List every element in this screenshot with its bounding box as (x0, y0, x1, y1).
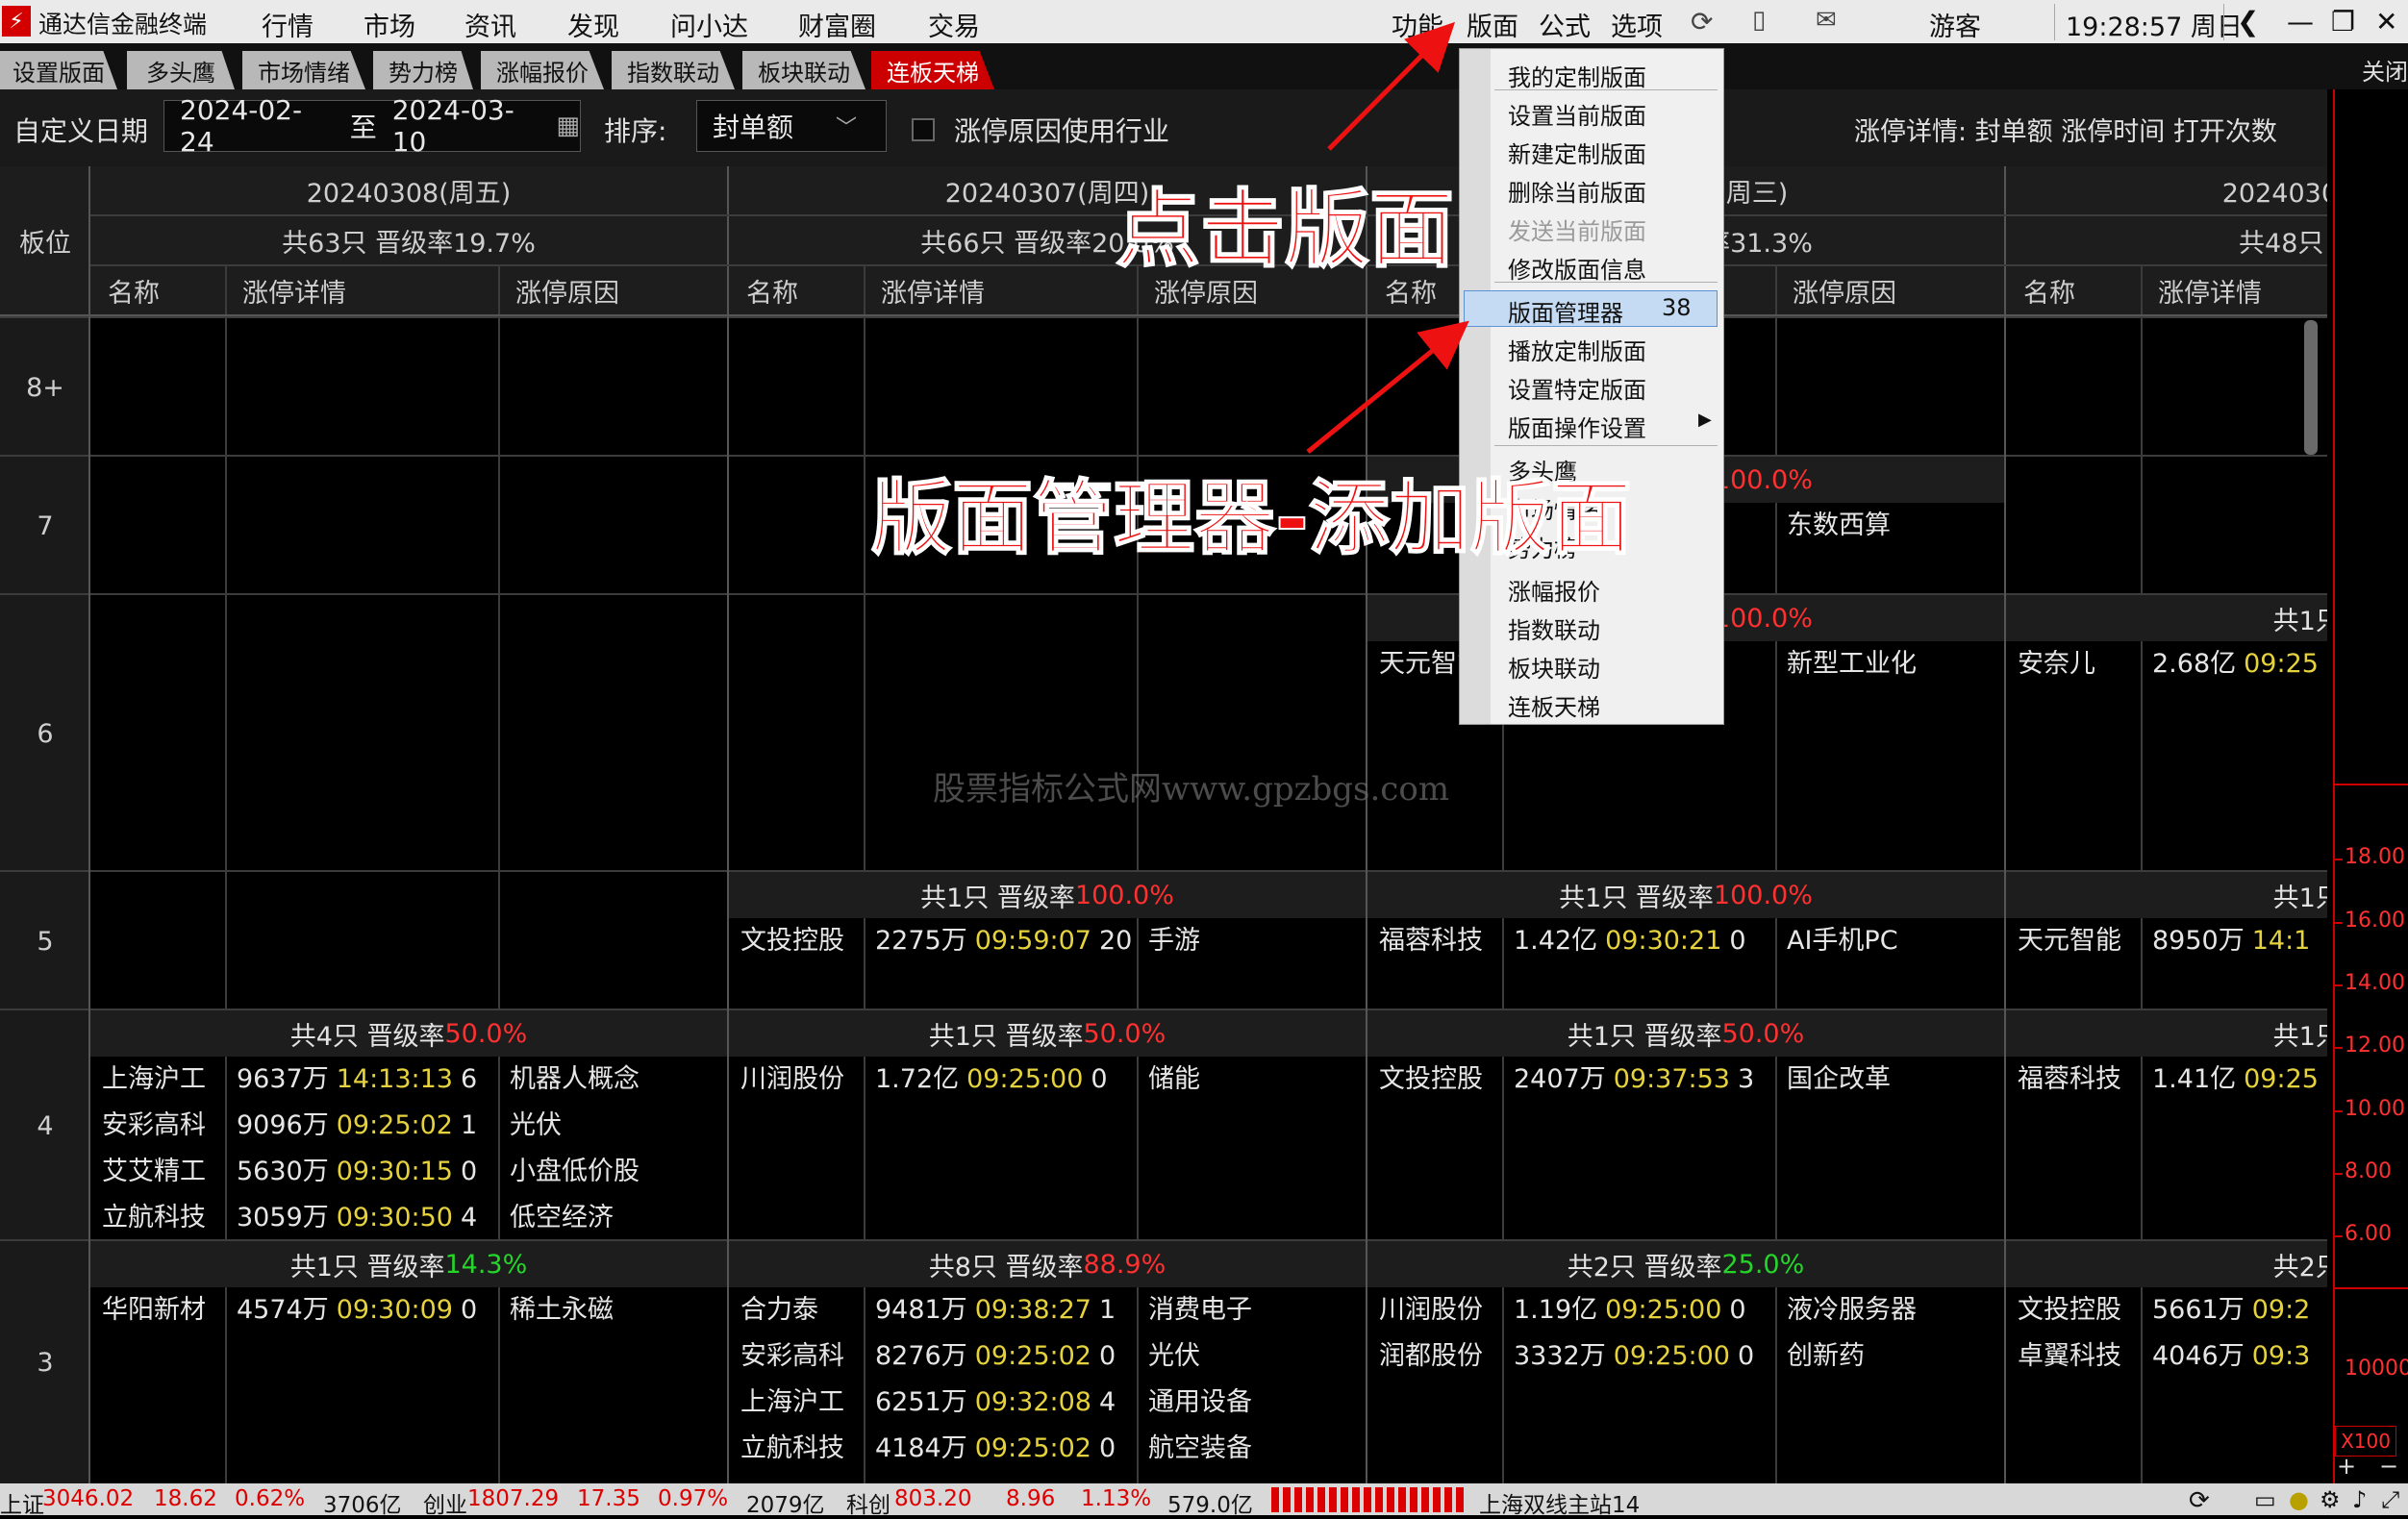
index-sh-pct: 0.62% (235, 1486, 306, 1511)
server-label[interactable]: 上海双线主站14 (1479, 1486, 1640, 1519)
index-cy-amount: 2079亿 (746, 1493, 825, 1518)
index-kc-change: 8.96 (1006, 1486, 1056, 1511)
arrow-to-manager (1306, 320, 1469, 454)
status-bar: 上证 3046.02 18.62 0.62% 3706亿 创业 1807.29 … (0, 1483, 2408, 1518)
index-cy-label[interactable]: 创业 (423, 1486, 467, 1519)
index-kc-label[interactable]: 科创 (846, 1486, 890, 1519)
index-sh-label[interactable]: 上证 (0, 1486, 44, 1519)
index-sh-value: 3046.02 (42, 1486, 135, 1511)
window-icon[interactable]: ▭ (2254, 1486, 2276, 1513)
coin-icon[interactable]: ● (2289, 1486, 2309, 1513)
sync-icon[interactable]: ⟳ (2189, 1486, 2210, 1515)
index-sh-change: 18.62 (154, 1486, 217, 1511)
index-cy-change: 17.35 (577, 1486, 640, 1511)
annotation-click-layout: 点击版面 (1115, 179, 1455, 280)
index-sh-amount: 3706亿 (323, 1493, 402, 1518)
bell-icon[interactable]: ♪ (2352, 1486, 2367, 1513)
index-kc-pct: 1.13% (1081, 1486, 1152, 1511)
index-cy-value: 1807.29 (467, 1486, 560, 1511)
annotation-manager-add: 版面管理器-添加版面 (870, 470, 1633, 566)
index-kc-value: 803.20 (894, 1486, 972, 1511)
market-breadth-bar (1271, 1487, 1464, 1512)
index-cy-pct: 0.97% (658, 1486, 729, 1511)
arrow-to-menu (1327, 21, 1456, 151)
index-kc-amount: 579.0亿 (1167, 1493, 1253, 1518)
gear-icon[interactable]: ⚙ (2320, 1486, 2341, 1513)
expand-icon[interactable]: ⤢ (2381, 1486, 2399, 1513)
